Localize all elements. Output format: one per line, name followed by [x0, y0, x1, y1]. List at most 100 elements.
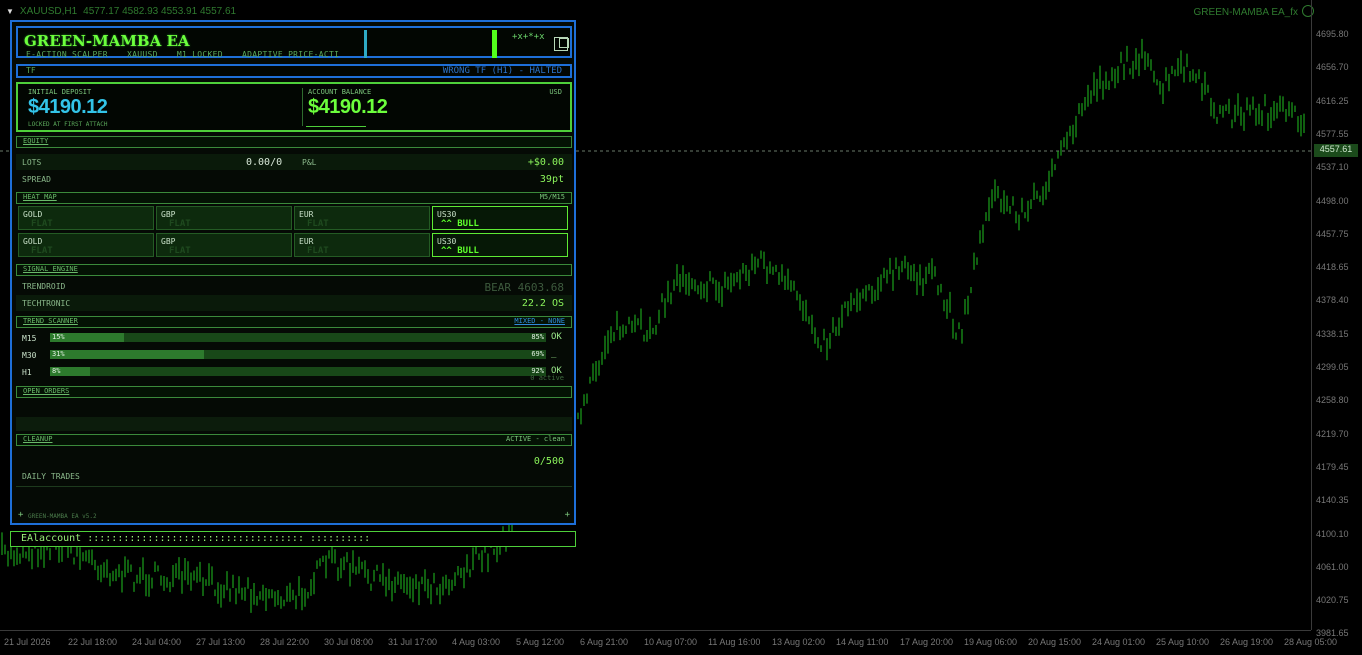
heat-map-signal: FLAT: [31, 219, 53, 229]
price-label: 4338.15: [1316, 328, 1349, 339]
scanner-left-pct: 8%: [52, 367, 61, 375]
spread-label: SPREAD: [22, 175, 51, 184]
time-axis[interactable]: 21 Jul 2026 22 Jul 18:00 24 Jul 04:00 27 Ju…: [0, 630, 1337, 655]
heat-map-signal: FLAT: [31, 246, 53, 256]
time-label: 25 Aug 10:00: [1156, 637, 1210, 647]
price-label: 4020.75: [1316, 595, 1349, 606]
price-label: 4378.40: [1316, 295, 1349, 306]
price-label: 4418.65: [1316, 262, 1349, 273]
spread-value: 39pt: [539, 174, 564, 185]
scanner-tf: H1: [22, 368, 32, 377]
trend-scanner-section: TREND SCANNER MIXED - NONE: [16, 316, 572, 328]
footer-version: GREEN-MAMBA EA v5.2: [28, 513, 97, 520]
equity-section: EQUITY: [16, 136, 572, 148]
timeframe-bar: TF WRONG TF (H1) - HALTED: [16, 64, 572, 78]
scanner-fill: [50, 350, 204, 359]
corner-plus-right-icon: +: [564, 510, 570, 520]
heat-map-signal: FLAT: [169, 219, 191, 229]
time-label: 28 Jul 22:00: [260, 637, 310, 647]
lots-label: LOTS: [22, 158, 42, 167]
price-label: 4577.55: [1316, 128, 1349, 139]
cleanup-label: CLEANUP: [23, 435, 53, 443]
heat-map-symbol: GBP: [161, 210, 176, 219]
heat-map-cell: GOLD FLAT: [18, 233, 154, 257]
brand-subtitle: E-ACTION SCALPER XAUUSD M1 LOCKED ADAPTI…: [26, 50, 353, 59]
time-label: 28 Aug 05:00: [1284, 637, 1338, 647]
subtitle-mode: E-ACTION SCALPER: [26, 50, 108, 59]
scanner-tf: M15: [22, 334, 37, 343]
signal-engine-label: SIGNAL ENGINE: [23, 265, 78, 273]
daily-trades-label: DAILY TRADES: [22, 472, 80, 481]
footer-divider: [16, 486, 572, 487]
corner-plus-left-icon: +: [18, 510, 24, 520]
heat-map-cell: US30 ^^ BULL: [432, 233, 568, 257]
tf-label: TF: [26, 66, 36, 75]
active-count: 0 active: [530, 374, 564, 382]
price-label: 4656.70: [1316, 62, 1349, 73]
price-label: 4695.80: [1316, 29, 1349, 39]
time-label: 27 Jul 13:00: [196, 637, 246, 647]
collapse-triangle-icon[interactable]: ▼: [6, 7, 14, 16]
status-bar-cyan: [364, 30, 367, 58]
scanner-right-pct: 69%: [531, 350, 544, 358]
subtitle-symbol: XAUUSD: [127, 50, 158, 59]
heat-map-symbol: US30: [437, 237, 457, 246]
cleanup-status: ACTIVE - clean: [505, 435, 565, 443]
price-axis[interactable]: 4695.80 4656.70 4616.25 4577.55 4537.10 4498.…: [1311, 0, 1362, 638]
trendroid-label: TRENDROID: [22, 282, 66, 291]
window-controls[interactable]: +x+*+x: [512, 32, 545, 42]
maximize-icon[interactable]: [554, 37, 569, 51]
heat-map-signal: ^^ BULL: [441, 219, 479, 229]
heat-map-symbol: EUR: [299, 237, 314, 246]
time-label: 30 Jul 08:00: [324, 637, 374, 647]
account-line: EAlaccount :::::::::::::::::::::::::::::…: [10, 531, 576, 547]
scanner-track: 8% 92%: [50, 367, 546, 376]
orders-empty-row: [16, 417, 572, 431]
price-label: 4537.10: [1316, 162, 1349, 173]
price-label: 4061.00: [1316, 561, 1349, 572]
symbol-label: XAUUSD,H1: [19, 5, 78, 17]
heat-map-cell: GBP FLAT: [156, 233, 292, 257]
heat-map-symbol: US30: [437, 210, 457, 219]
time-label: 13 Aug 02:00: [772, 637, 826, 647]
scanner-status: _: [551, 349, 557, 359]
price-label: 4258.80: [1316, 395, 1349, 406]
time-label: 5 Aug 12:00: [516, 637, 565, 647]
balance-underline: [306, 126, 366, 127]
heat-map-cell: EUR FLAT: [294, 206, 430, 230]
time-label: 31 Jul 17:00: [388, 637, 438, 647]
ea-panel: GREEN-MAMBA EA E-ACTION SCALPER XAUUSD M…: [10, 20, 576, 525]
ea-name-label: GREEN-MAMBA EA_fx: [1193, 7, 1298, 18]
cleanup-section: CLEANUP ACTIVE - clean: [16, 434, 572, 446]
lots-row-bg: [16, 154, 572, 170]
panel-header[interactable]: GREEN-MAMBA EA E-ACTION SCALPER XAUUSD M…: [16, 26, 572, 59]
initial-deposit-label: INITIAL DEPOSIT: [28, 88, 92, 96]
price-label: 4100.10: [1316, 528, 1349, 539]
subtitle-strategy: ADAPTIVE PRICE-ACTI: [242, 50, 340, 59]
price-label: 4616.25: [1316, 95, 1349, 106]
heat-map-symbol: EUR: [299, 210, 314, 219]
scanner-tf: M30: [22, 351, 37, 360]
signal-engine-section: SIGNAL ENGINE: [16, 264, 572, 276]
lots-value: 0.00/0: [246, 157, 283, 168]
panel-footer: + GREEN-MAMBA EA v5.2 +: [16, 508, 572, 522]
brand-title: GREEN-MAMBA EA: [24, 32, 190, 50]
techtronic-row-bg: [16, 295, 572, 311]
pnl-value: +$0.00: [527, 157, 564, 168]
techtronic-value: 22.2 OS: [521, 298, 564, 309]
heat-map-signal: FLAT: [307, 246, 329, 256]
time-label: 21 Jul 2026: [4, 637, 51, 647]
heat-map-symbol: GOLD: [23, 210, 43, 219]
symbol-info-bar: ▼ XAUUSD,H1 4577.17 4582.93 4553.91 4557…: [0, 2, 236, 20]
heat-map-section: HEAT MAP M5/M15: [16, 192, 572, 204]
heat-map-cell: GOLD FLAT: [18, 206, 154, 230]
trend-scanner-status: MIXED - NONE: [514, 317, 565, 325]
trend-scanner-label: TREND SCANNER: [23, 317, 78, 325]
heat-map-tf: M5/M15: [539, 193, 565, 201]
heat-map-label: HEAT MAP: [23, 193, 57, 201]
scanner-left-pct: 15%: [52, 333, 65, 341]
equity-label: EQUITY: [23, 137, 49, 145]
status-bar-green: [492, 30, 497, 58]
time-label: 17 Aug 20:00: [900, 637, 954, 647]
heat-map-cell: GBP FLAT: [156, 206, 292, 230]
